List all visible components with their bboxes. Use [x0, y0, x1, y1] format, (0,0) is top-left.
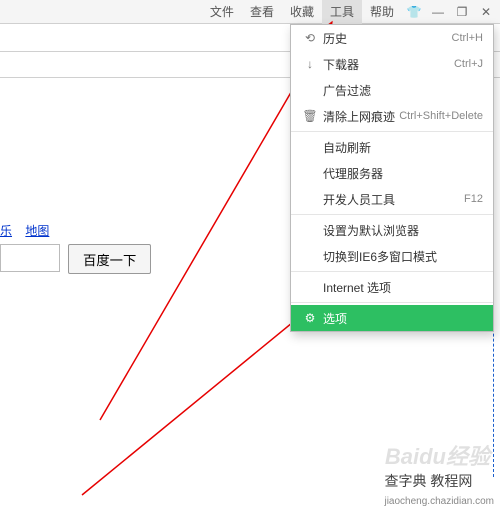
menu-favorites[interactable]: 收藏 [282, 0, 322, 24]
menu-ie6-mode[interactable]: 切换到IE6多窗口模式 [291, 243, 493, 269]
menu-file[interactable]: 文件 [202, 0, 242, 24]
menu-label: 切换到IE6多窗口模式 [319, 248, 483, 265]
menu-label: 下载器 [319, 56, 454, 73]
watermark-baidu: Baidu经验 [385, 439, 490, 471]
menu-label: 开发人员工具 [319, 191, 464, 208]
menu-shortcut: Ctrl+H [452, 32, 483, 44]
close-icon[interactable]: ✕ [476, 2, 496, 22]
download-icon: ↓ [301, 57, 319, 71]
menu-internet-options[interactable]: Internet 选项 [291, 274, 493, 300]
page-nav-links: 乐 地图 [0, 222, 59, 239]
search-button[interactable]: 百度一下 [68, 244, 151, 274]
menu-adblock[interactable]: 广告过滤 [291, 77, 493, 103]
menu-set-default[interactable]: 设置为默认浏览器 [291, 217, 493, 243]
menu-history[interactable]: ⟲ 历史 Ctrl+H [291, 25, 493, 51]
menu-view[interactable]: 查看 [242, 0, 282, 24]
menu-tools[interactable]: 工具 [322, 0, 362, 24]
skin-icon[interactable]: 👕 [404, 2, 424, 22]
menu-proxy[interactable]: 代理服务器 [291, 160, 493, 186]
menu-shortcut: F12 [464, 193, 483, 205]
menu-options[interactable]: ⚙ 选项 [291, 305, 493, 331]
menu-devtools[interactable]: 开发人员工具 F12 [291, 186, 493, 212]
menu-label: 自动刷新 [319, 139, 483, 156]
menu-label: 广告过滤 [319, 82, 483, 99]
menu-separator [291, 131, 493, 132]
tools-dropdown: ⟲ 历史 Ctrl+H ↓ 下载器 Ctrl+J 广告过滤 🗑 清除上网痕迹 C… [290, 24, 494, 332]
link-map[interactable]: 地图 [25, 224, 49, 238]
menu-label: 历史 [319, 30, 452, 47]
menu-clear-history[interactable]: 🗑 清除上网痕迹 Ctrl+Shift+Delete [291, 103, 493, 129]
menu-label: 设置为默认浏览器 [319, 222, 483, 239]
menu-label: Internet 选项 [319, 279, 483, 296]
menu-separator [291, 271, 493, 272]
search-row: 百度一下 [0, 244, 151, 274]
menu-downloader[interactable]: ↓ 下载器 Ctrl+J [291, 51, 493, 77]
menu-separator [291, 214, 493, 215]
menu-autorefresh[interactable]: 自动刷新 [291, 134, 493, 160]
search-input[interactable] [0, 244, 60, 272]
menu-shortcut: Ctrl+J [454, 58, 483, 70]
menu-label: 代理服务器 [319, 165, 483, 182]
watermark-site: 查字典 教程网 jiaocheng.chazidian.com [384, 471, 494, 507]
link-music[interactable]: 乐 [0, 224, 12, 238]
gear-icon: ⚙ [301, 311, 319, 325]
menu-separator [291, 302, 493, 303]
menu-label: 清除上网痕迹 [319, 108, 399, 125]
minimize-icon[interactable]: — [428, 2, 448, 22]
menu-help[interactable]: 帮助 [362, 0, 402, 24]
history-icon: ⟲ [301, 31, 319, 45]
trash-icon: 🗑 [301, 109, 319, 123]
menu-label: 选项 [319, 310, 483, 327]
restore-icon[interactable]: ❐ [452, 2, 472, 22]
menu-shortcut: Ctrl+Shift+Delete [399, 110, 483, 122]
menubar: 文件 查看 收藏 工具 帮助 👕 — ❐ ✕ [0, 0, 500, 24]
